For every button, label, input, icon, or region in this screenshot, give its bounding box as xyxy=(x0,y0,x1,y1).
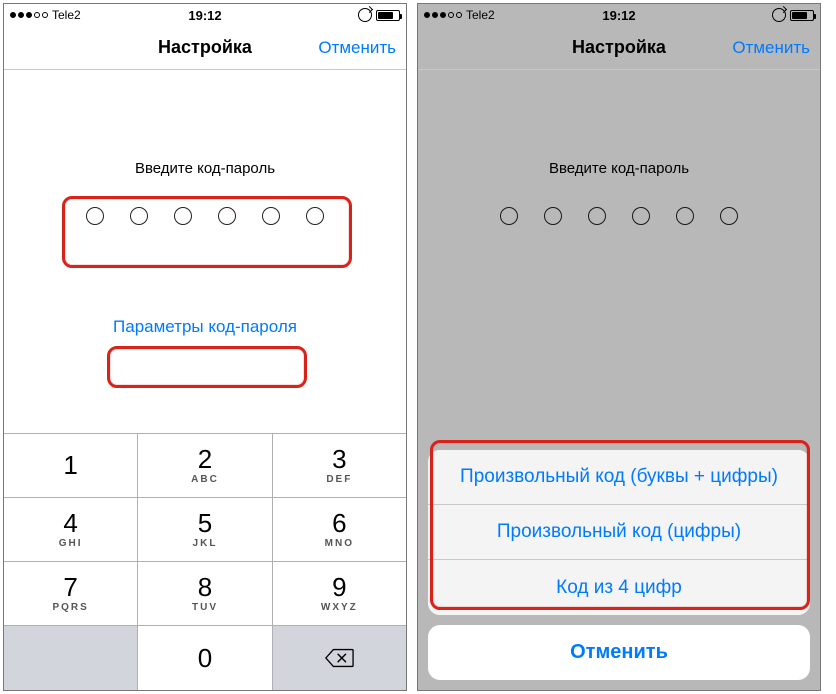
key-0[interactable]: 0 xyxy=(138,626,272,690)
sheet-cancel-button[interactable]: Отменить xyxy=(428,625,810,680)
sheet-option-alphanumeric[interactable]: Произвольный код (буквы + цифры) xyxy=(428,450,810,505)
key-7[interactable]: 7PQRS xyxy=(4,562,138,626)
nav-bar: Настройка Отменить xyxy=(4,26,406,70)
key-2[interactable]: 2ABC xyxy=(138,434,272,498)
passcode-prompt: Введите код-пароль xyxy=(418,160,820,177)
carrier-label: Tele2 xyxy=(466,8,495,22)
page-title: Настройка xyxy=(572,37,666,58)
highlight-options-link xyxy=(107,346,307,388)
passcode-prompt: Введите код-пароль xyxy=(4,160,406,177)
key-9[interactable]: 9WXYZ xyxy=(273,562,406,626)
action-sheet-options: Произвольный код (буквы + цифры) Произво… xyxy=(428,450,810,615)
status-bar: Tele2 19:12 xyxy=(4,4,406,26)
signal-icon xyxy=(10,12,48,18)
phone-left: Tele2 19:12 Настройка Отменить Введите к… xyxy=(3,3,407,691)
page-title: Настройка xyxy=(158,37,252,58)
backspace-key[interactable] xyxy=(273,626,406,690)
key-blank xyxy=(4,626,138,690)
key-4[interactable]: 4GHI xyxy=(4,498,138,562)
key-8[interactable]: 8TUV xyxy=(138,562,272,626)
status-time: 19:12 xyxy=(188,8,221,23)
cancel-button[interactable]: Отменить xyxy=(732,38,810,58)
cancel-button[interactable]: Отменить xyxy=(318,38,396,58)
carrier-label: Tele2 xyxy=(52,8,81,22)
passcode-dots xyxy=(4,197,406,237)
rotation-lock-icon xyxy=(358,8,372,22)
passcode-dots xyxy=(418,197,820,237)
key-5[interactable]: 5JKL xyxy=(138,498,272,562)
status-bar: Tele2 19:12 xyxy=(418,4,820,26)
signal-icon xyxy=(424,12,462,18)
sheet-option-4digit[interactable]: Код из 4 цифр xyxy=(428,560,810,615)
numeric-keypad: 1 2ABC 3DEF 4GHI 5JKL 6MNO 7PQRS 8TUV 9W… xyxy=(4,433,406,690)
battery-icon xyxy=(376,10,400,21)
key-1[interactable]: 1 xyxy=(4,434,138,498)
battery-icon xyxy=(790,10,814,21)
action-sheet: Произвольный код (буквы + цифры) Произво… xyxy=(418,440,820,690)
key-3[interactable]: 3DEF xyxy=(273,434,406,498)
nav-bar: Настройка Отменить xyxy=(418,26,820,70)
phone-right: Tele2 19:12 Настройка Отменить Введите к… xyxy=(417,3,821,691)
rotation-lock-icon xyxy=(772,8,786,22)
backspace-icon xyxy=(324,647,354,669)
sheet-option-numeric[interactable]: Произвольный код (цифры) xyxy=(428,505,810,560)
passcode-options-link[interactable]: Параметры код-пароля xyxy=(113,317,297,337)
key-6[interactable]: 6MNO xyxy=(273,498,406,562)
status-time: 19:12 xyxy=(602,8,635,23)
